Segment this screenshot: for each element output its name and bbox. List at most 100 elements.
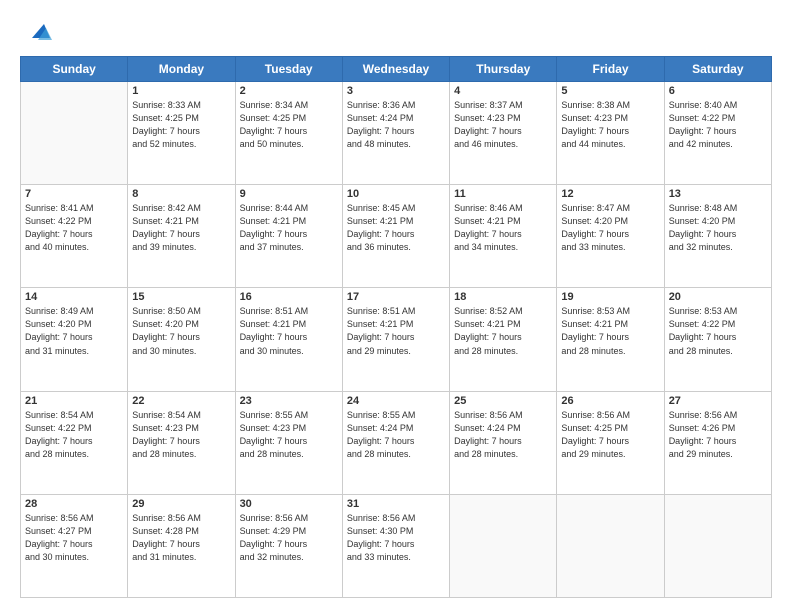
calendar-cell: 28 Sunrise: 8:56 AM Sunset: 4:27 PM Dayli…: [21, 494, 128, 597]
cell-info: Sunrise: 8:56 AM Sunset: 4:25 PM Dayligh…: [561, 409, 659, 461]
calendar-cell: 3Sunrise: 8:36 AM Sunset: 4:24 PM Daylig…: [342, 82, 449, 185]
calendar-cell: [450, 494, 557, 597]
day-number: 4: [454, 85, 552, 97]
day-number: 26: [561, 395, 659, 407]
cell-info: Sunrise: 8:56 AM Sunset: 4:30 PM Dayligh…: [347, 512, 445, 564]
day-number: 15: [132, 291, 230, 303]
cell-info: Sunrise: 8:36 AM Sunset: 4:24 PM Dayligh…: [347, 99, 445, 151]
cell-info: Sunrise: 8:49 AM Sunset: 4:20 PM Dayligh…: [25, 305, 123, 357]
cell-info: Sunrise: 8:54 AM Sunset: 4:22 PM Dayligh…: [25, 409, 123, 461]
day-number: 8: [132, 188, 230, 200]
day-number: 10: [347, 188, 445, 200]
calendar-cell: 27Sunrise: 8:56 AM Sunset: 4:26 PM Dayli…: [664, 391, 771, 494]
calendar-week-row: 21 Sunrise: 8:54 AM Sunset: 4:22 PM Dayli…: [21, 391, 772, 494]
cell-info: Sunrise: 8:53 AM Sunset: 4:21 PM Dayligh…: [561, 305, 659, 357]
cell-info: Sunrise: 8:55 AM Sunset: 4:24 PM Dayligh…: [347, 409, 445, 461]
weekday-header-sunday: Sunday: [21, 57, 128, 82]
cell-info: Sunrise: 8:41 AM Sunset: 4:22 PM Dayligh…: [25, 202, 123, 254]
calendar-cell: 17 Sunrise: 8:51 AM Sunset: 4:21 PM Dayli…: [342, 288, 449, 391]
calendar-cell: 29 Sunrise: 8:56 AM Sunset: 4:28 PM Dayli…: [128, 494, 235, 597]
cell-info: Sunrise: 8:52 AM Sunset: 4:21 PM Dayligh…: [454, 305, 552, 357]
cell-info: Sunrise: 8:34 AM Sunset: 4:25 PM Dayligh…: [240, 99, 338, 151]
cell-info: Sunrise: 8:47 AM Sunset: 4:20 PM Dayligh…: [561, 202, 659, 254]
cell-info: Sunrise: 8:45 AM Sunset: 4:21 PM Dayligh…: [347, 202, 445, 254]
calendar-cell: 15 Sunrise: 8:50 AM Sunset: 4:20 PM Dayli…: [128, 288, 235, 391]
calendar-cell: 10 Sunrise: 8:45 AM Sunset: 4:21 PM Dayli…: [342, 185, 449, 288]
logo: [20, 18, 52, 46]
day-number: 19: [561, 291, 659, 303]
calendar-week-row: 1Sunrise: 8:33 AM Sunset: 4:25 PM Daylig…: [21, 82, 772, 185]
day-number: 24: [347, 395, 445, 407]
calendar-table: SundayMondayTuesdayWednesdayThursdayFrid…: [20, 56, 772, 598]
cell-info: Sunrise: 8:51 AM Sunset: 4:21 PM Dayligh…: [347, 305, 445, 357]
cell-info: Sunrise: 8:42 AM Sunset: 4:21 PM Dayligh…: [132, 202, 230, 254]
day-number: 7: [25, 188, 123, 200]
day-number: 16: [240, 291, 338, 303]
calendar-cell: 1Sunrise: 8:33 AM Sunset: 4:25 PM Daylig…: [128, 82, 235, 185]
calendar-cell: 8 Sunrise: 8:42 AM Sunset: 4:21 PM Daylig…: [128, 185, 235, 288]
day-number: 1: [132, 85, 230, 97]
cell-info: Sunrise: 8:38 AM Sunset: 4:23 PM Dayligh…: [561, 99, 659, 151]
calendar-cell: 9 Sunrise: 8:44 AM Sunset: 4:21 PM Daylig…: [235, 185, 342, 288]
weekday-header-monday: Monday: [128, 57, 235, 82]
day-number: 5: [561, 85, 659, 97]
day-number: 13: [669, 188, 767, 200]
calendar-cell: 21 Sunrise: 8:54 AM Sunset: 4:22 PM Dayli…: [21, 391, 128, 494]
cell-info: Sunrise: 8:56 AM Sunset: 4:27 PM Dayligh…: [25, 512, 123, 564]
calendar-cell: [664, 494, 771, 597]
cell-info: Sunrise: 8:48 AM Sunset: 4:20 PM Dayligh…: [669, 202, 767, 254]
cell-info: Sunrise: 8:40 AM Sunset: 4:22 PM Dayligh…: [669, 99, 767, 151]
calendar-cell: 5 Sunrise: 8:38 AM Sunset: 4:23 PM Daylig…: [557, 82, 664, 185]
weekday-header-row: SundayMondayTuesdayWednesdayThursdayFrid…: [21, 57, 772, 82]
day-number: 20: [669, 291, 767, 303]
calendar-cell: 7 Sunrise: 8:41 AM Sunset: 4:22 PM Daylig…: [21, 185, 128, 288]
calendar-cell: 25 Sunrise: 8:56 AM Sunset: 4:24 PM Dayli…: [450, 391, 557, 494]
calendar-cell: 6 Sunrise: 8:40 AM Sunset: 4:22 PM Daylig…: [664, 82, 771, 185]
calendar-week-row: 7 Sunrise: 8:41 AM Sunset: 4:22 PM Daylig…: [21, 185, 772, 288]
cell-info: Sunrise: 8:56 AM Sunset: 4:24 PM Dayligh…: [454, 409, 552, 461]
day-number: 11: [454, 188, 552, 200]
calendar-cell: 22 Sunrise: 8:54 AM Sunset: 4:23 PM Dayli…: [128, 391, 235, 494]
calendar-cell: 16 Sunrise: 8:51 AM Sunset: 4:21 PM Dayli…: [235, 288, 342, 391]
day-number: 21: [25, 395, 123, 407]
weekday-header-saturday: Saturday: [664, 57, 771, 82]
calendar-cell: 20 Sunrise: 8:53 AM Sunset: 4:22 PM Dayli…: [664, 288, 771, 391]
calendar-cell: 26 Sunrise: 8:56 AM Sunset: 4:25 PM Dayli…: [557, 391, 664, 494]
cell-info: Sunrise: 8:53 AM Sunset: 4:22 PM Dayligh…: [669, 305, 767, 357]
calendar-cell: 2 Sunrise: 8:34 AM Sunset: 4:25 PM Daylig…: [235, 82, 342, 185]
calendar-cell: [557, 494, 664, 597]
calendar-cell: [21, 82, 128, 185]
day-number: 2: [240, 85, 338, 97]
cell-info: Sunrise: 8:56 AM Sunset: 4:26 PM Dayligh…: [669, 409, 767, 461]
day-number: 30: [240, 498, 338, 510]
cell-info: Sunrise: 8:51 AM Sunset: 4:21 PM Dayligh…: [240, 305, 338, 357]
header: [20, 18, 772, 46]
cell-info: Sunrise: 8:44 AM Sunset: 4:21 PM Dayligh…: [240, 202, 338, 254]
cell-info: Sunrise: 8:50 AM Sunset: 4:20 PM Dayligh…: [132, 305, 230, 357]
day-number: 9: [240, 188, 338, 200]
calendar-cell: 14Sunrise: 8:49 AM Sunset: 4:20 PM Dayli…: [21, 288, 128, 391]
cell-info: Sunrise: 8:56 AM Sunset: 4:28 PM Dayligh…: [132, 512, 230, 564]
calendar-week-row: 14Sunrise: 8:49 AM Sunset: 4:20 PM Dayli…: [21, 288, 772, 391]
calendar-cell: 4 Sunrise: 8:37 AM Sunset: 4:23 PM Daylig…: [450, 82, 557, 185]
day-number: 6: [669, 85, 767, 97]
cell-info: Sunrise: 8:55 AM Sunset: 4:23 PM Dayligh…: [240, 409, 338, 461]
cell-info: Sunrise: 8:37 AM Sunset: 4:23 PM Dayligh…: [454, 99, 552, 151]
logo-icon: [24, 18, 52, 46]
page: SundayMondayTuesdayWednesdayThursdayFrid…: [0, 0, 792, 612]
cell-info: Sunrise: 8:54 AM Sunset: 4:23 PM Dayligh…: [132, 409, 230, 461]
cell-info: Sunrise: 8:46 AM Sunset: 4:21 PM Dayligh…: [454, 202, 552, 254]
day-number: 28: [25, 498, 123, 510]
day-number: 22: [132, 395, 230, 407]
weekday-header-tuesday: Tuesday: [235, 57, 342, 82]
cell-info: Sunrise: 8:56 AM Sunset: 4:29 PM Dayligh…: [240, 512, 338, 564]
calendar-cell: 12Sunrise: 8:47 AM Sunset: 4:20 PM Dayli…: [557, 185, 664, 288]
day-number: 29: [132, 498, 230, 510]
day-number: 23: [240, 395, 338, 407]
calendar-cell: 18 Sunrise: 8:52 AM Sunset: 4:21 PM Dayli…: [450, 288, 557, 391]
weekday-header-friday: Friday: [557, 57, 664, 82]
day-number: 25: [454, 395, 552, 407]
day-number: 17: [347, 291, 445, 303]
day-number: 18: [454, 291, 552, 303]
weekday-header-thursday: Thursday: [450, 57, 557, 82]
